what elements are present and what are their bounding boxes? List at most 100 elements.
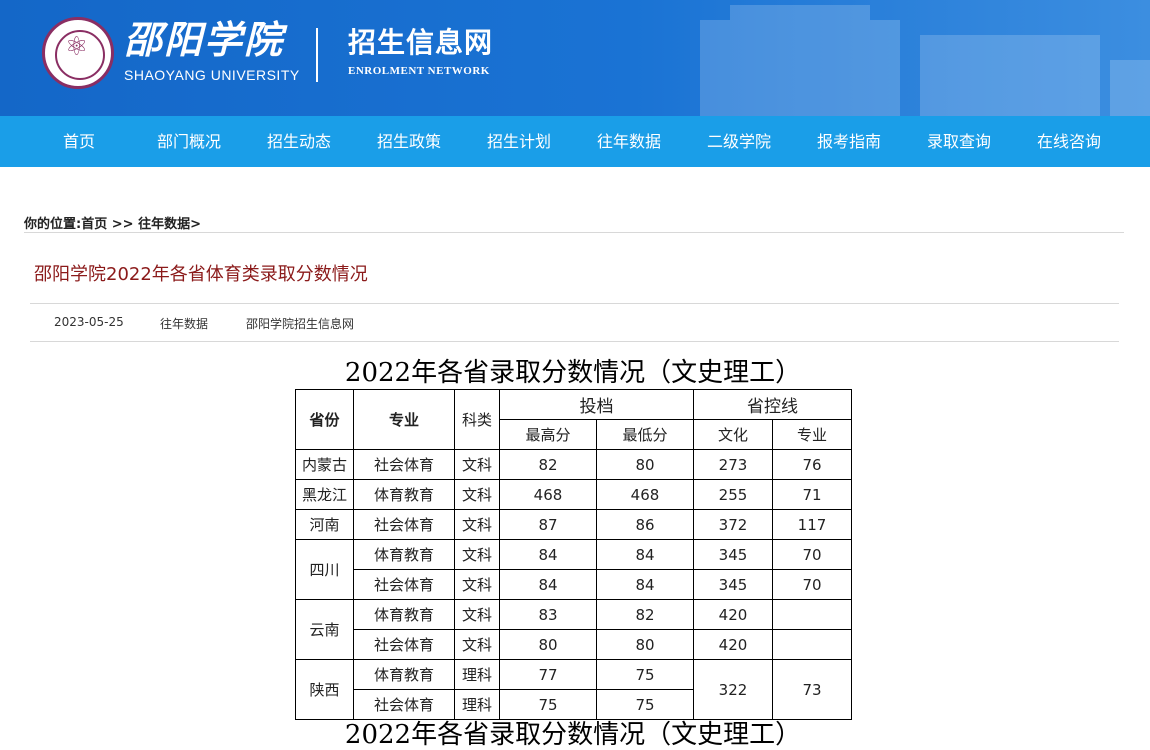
cell-max: 83 xyxy=(499,599,597,630)
nav-item-guide[interactable]: 报考指南 xyxy=(794,116,904,167)
table-row: 河南 社会体育 文科 87 86 372 117 xyxy=(295,509,852,540)
breadcrumb-prefix: 你的位置: xyxy=(24,217,82,232)
cell-major: 社会体育 xyxy=(353,569,455,600)
nav-item-history[interactable]: 往年数据 xyxy=(574,116,684,167)
header-subject: 科类 xyxy=(454,389,500,450)
table-row: 云南 体育教育 文科 83 82 420 xyxy=(295,599,852,660)
cell-major: 社会体育 xyxy=(353,509,455,540)
atom-icon: ⚛ xyxy=(65,32,89,62)
site-name-cn: 招生信息网 xyxy=(348,26,494,59)
cell-province: 云南 xyxy=(295,599,354,660)
table-row: 社会体育 文科 80 80 420 xyxy=(296,629,852,660)
cell-min: 82 xyxy=(596,599,694,630)
cell-culture: 372 xyxy=(693,509,773,540)
cell-major: 体育教育 xyxy=(353,659,455,690)
cell-province: 黑龙江 xyxy=(295,479,354,510)
cell-culture: 273 xyxy=(693,449,773,480)
cell-subject: 文科 xyxy=(454,569,500,600)
campus-building-image xyxy=(700,5,1150,116)
cell-min: 80 xyxy=(596,629,694,660)
nav-item-department[interactable]: 部门概况 xyxy=(134,116,244,167)
cell-major: 体育教育 xyxy=(353,599,455,630)
cell-pro: 117 xyxy=(772,509,852,540)
nav-item-policy[interactable]: 招生政策 xyxy=(354,116,464,167)
cell-max: 82 xyxy=(499,449,597,480)
cell-major: 社会体育 xyxy=(353,689,455,720)
cell-subject: 文科 xyxy=(454,479,500,510)
breadcrumb-trail: > xyxy=(190,217,201,232)
title-divider xyxy=(30,303,1119,304)
site-name-en: ENROLMENT NETWORK xyxy=(348,65,490,77)
table-title-repeat: 2022年各省录取分数情况（文史理工） xyxy=(344,720,802,750)
header-culture-line: 文化 xyxy=(693,419,773,450)
cell-culture: 420 xyxy=(693,599,773,630)
cell-min: 84 xyxy=(596,539,694,570)
article-source: 邵阳学院招生信息网 xyxy=(246,317,355,331)
cell-major: 体育教育 xyxy=(353,479,455,510)
cell-subject: 文科 xyxy=(454,509,500,540)
cell-max: 468 xyxy=(499,479,597,510)
nav-item-colleges[interactable]: 二级学院 xyxy=(684,116,794,167)
cell-subject: 理科 xyxy=(454,689,500,720)
breadcrumb-home-link[interactable]: 首页 xyxy=(81,217,107,232)
cell-min: 468 xyxy=(596,479,694,510)
cell-major: 社会体育 xyxy=(353,449,455,480)
nav-item-consult[interactable]: 在线咨询 xyxy=(1014,116,1124,167)
breadcrumb-separator: >> xyxy=(111,217,134,232)
cell-province: 四川 xyxy=(295,539,354,600)
nav-item-news[interactable]: 招生动态 xyxy=(244,116,354,167)
meta-divider xyxy=(30,341,1119,342)
score-table: 省份 专业 科类 投档 省控线 最高分 最低分 文化 专业 内蒙古 社会体育 文… xyxy=(295,389,852,720)
cell-culture: 322 xyxy=(693,659,773,720)
cell-subject: 文科 xyxy=(454,449,500,480)
university-seal-logo[interactable]: ⚛ xyxy=(42,17,114,89)
cell-culture: 345 xyxy=(693,539,773,570)
header-pro-line: 专业 xyxy=(772,419,852,450)
cell-subject: 文科 xyxy=(454,629,500,660)
cell-max: 84 xyxy=(499,569,597,600)
cell-pro: 76 xyxy=(772,449,852,480)
article-category: 往年数据 xyxy=(160,317,209,331)
header-province: 省份 xyxy=(295,389,354,450)
cell-subject: 理科 xyxy=(454,659,500,690)
cell-pro xyxy=(772,599,852,630)
article-date: 2023-05-25 xyxy=(54,315,124,329)
cell-pro xyxy=(772,629,852,660)
cell-max: 75 xyxy=(499,689,597,720)
nav-item-query[interactable]: 录取查询 xyxy=(904,116,1014,167)
breadcrumb-current-link[interactable]: 往年数据 xyxy=(138,217,190,232)
article-title: 邵阳学院2022年各省体育类录取分数情况 xyxy=(34,264,368,285)
university-name-cn: 邵阳学院 xyxy=(124,17,285,62)
cell-pro: 70 xyxy=(772,569,852,600)
cell-major: 体育教育 xyxy=(353,539,455,570)
main-nav: 首页 部门概况 招生动态 招生政策 招生计划 往年数据 二级学院 报考指南 录取… xyxy=(0,116,1150,167)
cell-min: 86 xyxy=(596,509,694,540)
logo-divider xyxy=(316,28,318,82)
cell-culture: 345 xyxy=(693,569,773,600)
cell-pro: 73 xyxy=(772,659,852,720)
university-name-en: SHAOYANG UNIVERSITY xyxy=(124,67,300,83)
cell-min: 75 xyxy=(596,659,694,690)
table-row: 内蒙古 社会体育 文科 82 80 273 76 xyxy=(295,449,852,480)
header-shengkong: 省控线 xyxy=(693,389,852,420)
breadcrumb: 你的位置:首页 >> 往年数据> xyxy=(24,213,201,232)
cell-culture: 420 xyxy=(693,629,773,660)
header-max-score: 最高分 xyxy=(499,419,597,450)
cell-province: 陕西 xyxy=(295,659,354,720)
table-title: 2022年各省录取分数情况（文史理工） xyxy=(344,358,802,388)
cell-max: 80 xyxy=(499,629,597,660)
cell-max: 87 xyxy=(499,509,597,540)
table-row: 社会体育 文科 84 84 345 70 xyxy=(296,569,852,600)
cell-pro: 70 xyxy=(772,539,852,570)
nav-item-plan[interactable]: 招生计划 xyxy=(464,116,574,167)
table-row: 黑龙江 体育教育 文科 468 468 255 71 xyxy=(295,479,852,510)
cell-pro: 71 xyxy=(772,479,852,510)
site-header: ⚛ 邵阳学院 SHAOYANG UNIVERSITY 招生信息网 ENROLME… xyxy=(0,0,1150,116)
table-row: 四川 体育教育 文科 84 84 345 70 xyxy=(295,539,852,600)
header-major: 专业 xyxy=(353,389,455,450)
cell-major: 社会体育 xyxy=(353,629,455,660)
cell-province: 河南 xyxy=(295,509,354,540)
cell-subject: 文科 xyxy=(454,599,500,630)
nav-item-home[interactable]: 首页 xyxy=(24,116,134,167)
header-min-score: 最低分 xyxy=(596,419,694,450)
